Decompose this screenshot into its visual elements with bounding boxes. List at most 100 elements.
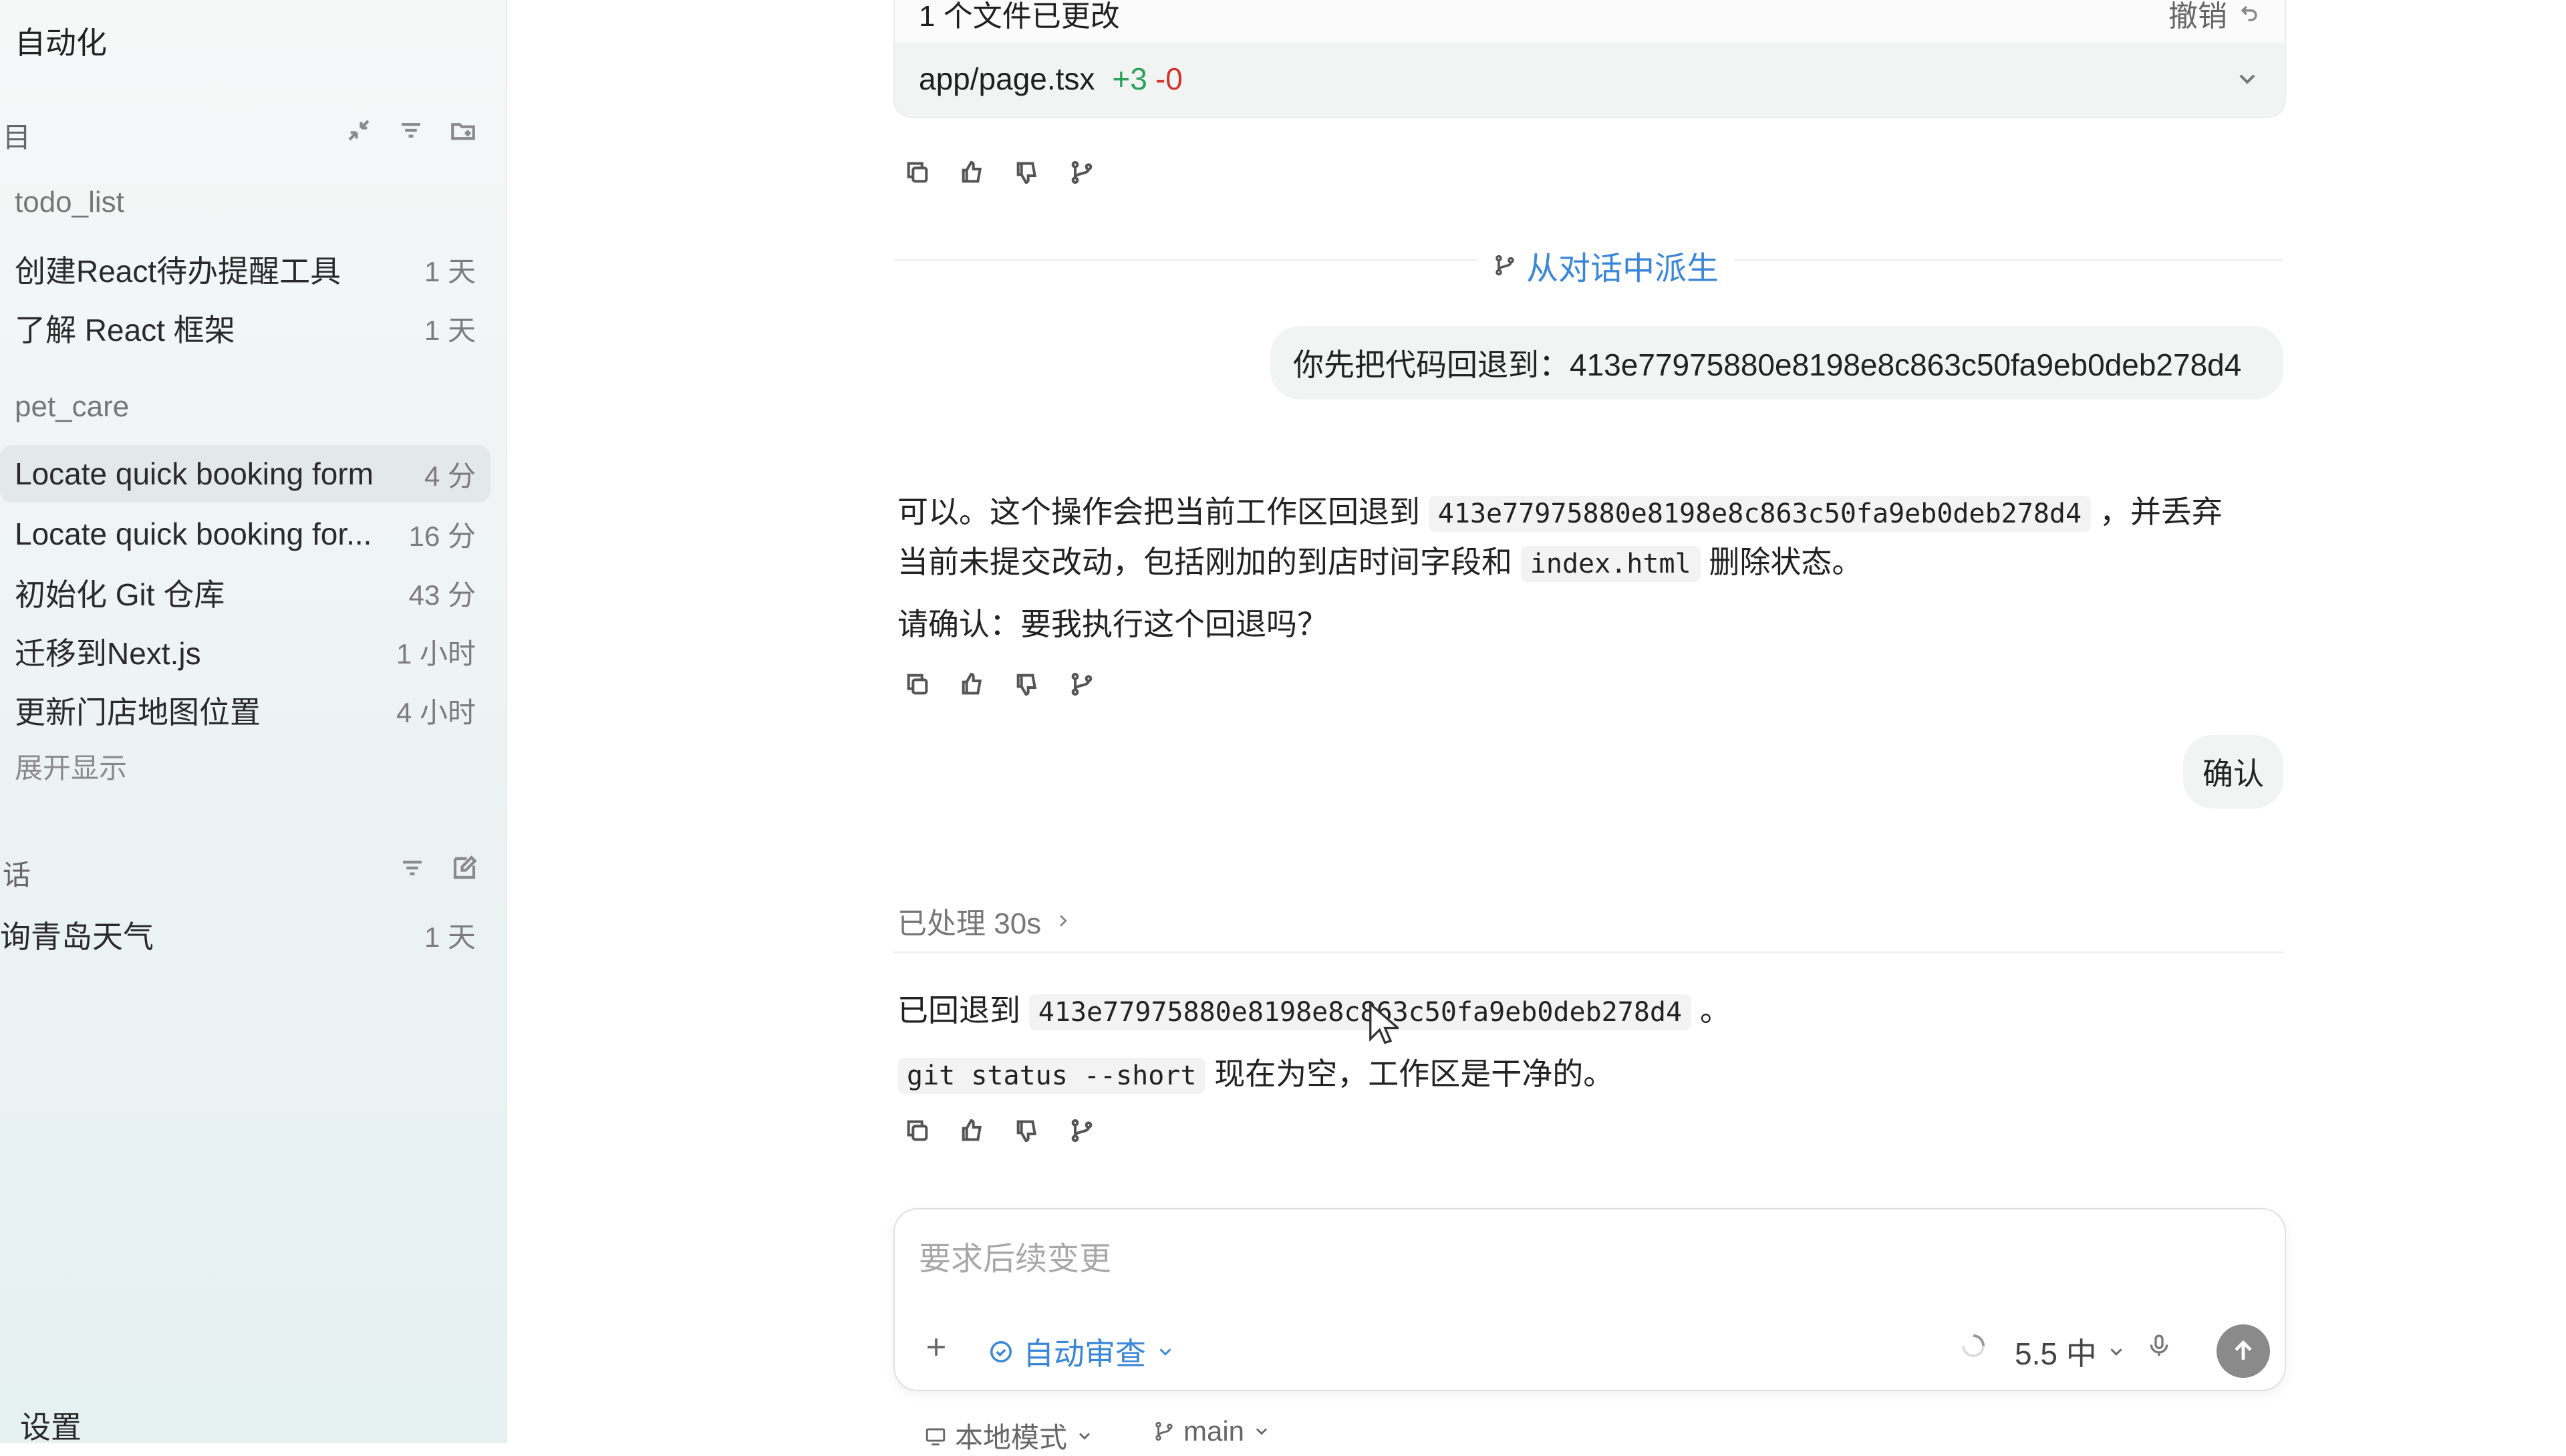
sidebar-item[interactable]: 了解 React 框架 1 天: [0, 299, 490, 357]
user-message: 确认: [2183, 735, 2283, 809]
projects-toolbar: [345, 116, 477, 144]
mode-label: 本地模式: [955, 1422, 1068, 1453]
sidebar-item-title: 询青岛天气: [0, 919, 154, 954]
undo-button[interactable]: 撤销: [2168, 0, 2261, 35]
branch-icon: [1155, 1421, 1173, 1441]
undo-icon: [2241, 5, 2257, 21]
sidebar-item-title: Locate quick booking for...: [15, 517, 372, 551]
branch-divider[interactable]: 从对话中派生: [1478, 242, 1734, 289]
message-actions: [904, 671, 1095, 698]
spinner-icon: [1962, 1334, 1985, 1357]
sidebar-item[interactable]: 迁移到Next.js 1 小时: [0, 623, 490, 680]
copy-icon[interactable]: [904, 671, 931, 698]
additions-count: +3: [1112, 61, 1147, 96]
auto-review-label: 自动审查: [1023, 1336, 1146, 1371]
changed-file-row[interactable]: app/page.tsx +3 -0: [895, 43, 2285, 115]
assistant-message: 可以。这个操作会把当前工作区回退到 413e77975880e8198e8c86…: [897, 488, 2294, 648]
sidebar-item-time: 1 小时: [396, 637, 476, 670]
projects-section-label: 目: [3, 122, 31, 153]
group-label-todo-list[interactable]: todo_list: [15, 186, 124, 219]
new-folder-icon[interactable]: [449, 116, 477, 144]
sidebar-item-title: 迁移到Next.js: [15, 636, 201, 671]
sidebar-item-title: 初始化 Git 仓库: [15, 577, 225, 612]
sidebar-chat-item[interactable]: 询青岛天气 1 天: [0, 906, 490, 964]
sidebar-item[interactable]: Locate quick booking for... 16 分: [0, 505, 490, 563]
processed-divider: [893, 952, 2283, 953]
model-selector[interactable]: 5.5 中: [2015, 1330, 2126, 1374]
monitor-icon: [925, 1428, 946, 1445]
sidebar-item-time: 1 天: [424, 255, 476, 287]
message-actions: [904, 159, 1095, 186]
chats-section-label: 话: [3, 859, 31, 891]
assistant-text: 可以。这个操作会把当前工作区回退到: [897, 494, 1420, 529]
copy-icon[interactable]: [904, 159, 931, 186]
sidebar-item-title: 创建React待办提醒工具: [15, 254, 341, 289]
branch-selector[interactable]: main: [1153, 1415, 1271, 1447]
filter-icon[interactable]: [397, 116, 425, 144]
sidebar-item-title: Locate quick booking form: [15, 456, 374, 491]
collapse-icon[interactable]: [345, 116, 373, 144]
chevron-down-icon[interactable]: [2234, 65, 2261, 92]
assistant-text: 现在为空，工作区是干净的。: [1214, 1056, 1614, 1091]
thumbs-up-icon[interactable]: [959, 671, 986, 698]
sidebar-item-time: 4 小时: [396, 696, 476, 728]
branch-icon[interactable]: [1068, 1117, 1095, 1144]
assistant-text: 已回退到: [897, 993, 1020, 1028]
filter-icon[interactable]: [398, 854, 426, 882]
mouse-cursor-icon: [1369, 1002, 1399, 1044]
composer-input[interactable]: [917, 1235, 2123, 1283]
sidebar-item-title: 更新门店地图位置: [15, 695, 261, 730]
mode-selector[interactable]: 本地模式: [924, 1415, 1094, 1456]
processed-label: 已处理 30s: [897, 907, 1042, 940]
chevron-down-icon: [2110, 1348, 2122, 1356]
changes-card-header: 1 个文件已更改 撤销: [895, 0, 2285, 43]
inline-code: 413e77975880e8198e8c863c50fa9eb0deb278d4: [1428, 496, 2092, 532]
assistant-message: 已回退到 413e77975880e8198e8c863c50fa9eb0deb…: [897, 986, 2294, 1100]
chevron-right-icon: [1060, 915, 1068, 927]
sidebar-item-active[interactable]: Locate quick booking form 4 分: [0, 445, 490, 502]
auto-review-dropdown[interactable]: 自动审查: [988, 1330, 1175, 1374]
thumbs-down-icon[interactable]: [1014, 159, 1040, 186]
plus-icon: [928, 1338, 945, 1356]
chevron-down-icon: [1159, 1348, 1171, 1356]
message-actions: [904, 1117, 1095, 1144]
send-button[interactable]: [2217, 1324, 2270, 1378]
user-message-text: 确认: [2202, 756, 2264, 791]
user-message: 你先把代码回退到：413e77975880e8198e8c863c50fa9eb…: [1270, 326, 2283, 400]
copy-icon[interactable]: [904, 1117, 931, 1144]
processed-toggle[interactable]: 已处理 30s: [897, 899, 1073, 942]
inline-code: git status --short: [897, 1058, 1206, 1094]
thumbs-down-icon[interactable]: [1014, 671, 1040, 698]
changed-file-name: app/page.tsx: [919, 61, 1095, 96]
sidebar: 自动化 目 todo_list 创建React待办提醒工具 1 天 了解 Rea…: [0, 0, 507, 1445]
attach-button[interactable]: [921, 1332, 951, 1362]
thumbs-down-icon[interactable]: [1014, 1117, 1040, 1144]
composer: 自动审查 5.5 中: [893, 1208, 2286, 1391]
voice-button[interactable]: [2146, 1332, 2172, 1359]
sidebar-item[interactable]: 创建React待办提醒工具 1 天: [0, 241, 490, 298]
sidebar-item-time: 1 天: [424, 314, 476, 346]
chevron-down-icon: [1079, 1433, 1091, 1439]
app-title: 自动化: [15, 25, 107, 60]
undo-label: 撤销: [2168, 0, 2227, 33]
new-chat-icon[interactable]: [450, 854, 478, 882]
chats-toolbar: [398, 854, 478, 882]
sidebar-item[interactable]: 更新门店地图位置 4 小时: [0, 682, 490, 739]
files-changed-label: 1 个文件已更改: [919, 0, 1120, 33]
assistant-text: 。: [1699, 993, 1731, 1028]
conversation-pane: 1 个文件已更改 撤销 app/page.tsx +3 -0 从对话中派生 你先把代…: [507, 0, 2566, 1453]
settings-link[interactable]: 设置: [20, 1403, 82, 1447]
sidebar-item[interactable]: 初始化 Git 仓库 43 分: [0, 564, 490, 621]
sidebar-item-time: 1 天: [424, 921, 476, 953]
branch-icon[interactable]: [1068, 159, 1095, 186]
deletions-count: -0: [1155, 61, 1183, 96]
thumbs-up-icon[interactable]: [959, 1117, 986, 1144]
branch-divider-label: 从对话中派生: [1526, 251, 1719, 287]
branch-label: main: [1183, 1415, 1245, 1447]
branch-icon[interactable]: [1068, 671, 1095, 698]
sidebar-item-title: 了解 React 框架: [15, 313, 235, 347]
group-label-pet-care[interactable]: pet_care: [15, 390, 129, 424]
user-message-text: 你先把代码回退到：413e77975880e8198e8c863c50fa9eb…: [1293, 347, 2242, 382]
expand-link[interactable]: 展开显示: [15, 746, 127, 786]
thumbs-up-icon[interactable]: [959, 159, 986, 186]
